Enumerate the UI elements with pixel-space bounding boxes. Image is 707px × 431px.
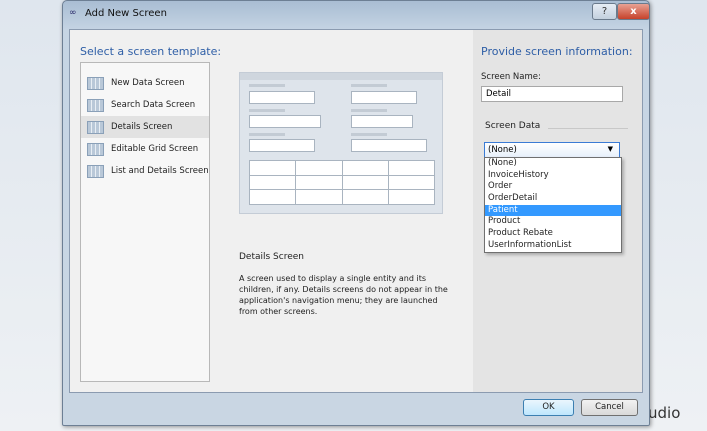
divider <box>548 128 628 129</box>
help-button[interactable]: ? <box>592 3 617 20</box>
title-bar: ∞ Add New Screen <box>69 8 167 19</box>
dropdown-option[interactable]: Order <box>485 181 621 193</box>
screen-name-input[interactable]: Detail <box>481 86 623 102</box>
close-button[interactable]: x <box>617 3 650 20</box>
template-icon <box>87 98 104 112</box>
app-logo-icon: ∞ <box>69 8 77 18</box>
template-icon <box>87 76 104 90</box>
template-preview <box>239 72 443 214</box>
dropdown-option[interactable]: UserInformationList <box>485 240 621 252</box>
background-text: udio <box>648 404 681 422</box>
dropdown-option[interactable]: (None) <box>485 158 621 170</box>
template-icon <box>87 120 104 134</box>
template-item[interactable]: Search Data Screen <box>81 94 209 116</box>
dropdown-option[interactable]: Product Rebate <box>485 228 621 240</box>
template-item[interactable]: List and Details Screen <box>81 160 209 182</box>
template-label: Editable Grid Screen <box>111 144 199 154</box>
template-list: New Data Screen Search Data Screen Details… <box>80 62 210 382</box>
template-label: Details Screen <box>111 122 173 132</box>
template-label: List and Details Screen <box>111 166 209 176</box>
screen-name-label: Screen Name: <box>481 72 541 82</box>
template-item[interactable]: Editable Grid Screen <box>81 138 209 160</box>
template-item[interactable]: Details Screen <box>81 116 209 138</box>
template-label: Search Data Screen <box>111 100 196 110</box>
description-title: Details Screen <box>239 252 305 262</box>
chevron-down-icon: ▼ <box>607 145 613 153</box>
screen-data-dropdown: (None) InvoiceHistory Order OrderDetail Pati… <box>484 157 622 253</box>
description-text: A screen used to display a single entity… <box>239 274 448 316</box>
window-title: Add New Screen <box>85 8 167 19</box>
template-icon <box>87 142 104 156</box>
dropdown-option[interactable]: Patient <box>485 204 621 217</box>
dropdown-option[interactable]: Product <box>485 216 621 228</box>
ok-button[interactable]: OK <box>523 399 574 416</box>
screen-data-select[interactable]: (None) ▼ <box>484 142 620 158</box>
template-item[interactable]: New Data Screen <box>81 72 209 94</box>
info-heading: Provide screen information: <box>481 45 633 58</box>
template-panel: Select a screen template: New Data Scree… <box>70 30 473 392</box>
template-label: New Data Screen <box>111 78 185 88</box>
add-new-screen-dialog: ∞ Add New Screen ? x Select a screen tem… <box>62 0 650 426</box>
dropdown-option[interactable]: OrderDetail <box>485 193 621 205</box>
template-icon <box>87 164 104 178</box>
screen-info-panel: Provide screen information: Screen Name:… <box>473 30 642 392</box>
selected-value: (None) <box>488 145 517 155</box>
cancel-button[interactable]: Cancel <box>581 399 638 416</box>
screen-data-label: Screen Data <box>485 121 541 131</box>
template-heading: Select a screen template: <box>80 45 222 58</box>
dropdown-option[interactable]: InvoiceHistory <box>485 170 621 182</box>
